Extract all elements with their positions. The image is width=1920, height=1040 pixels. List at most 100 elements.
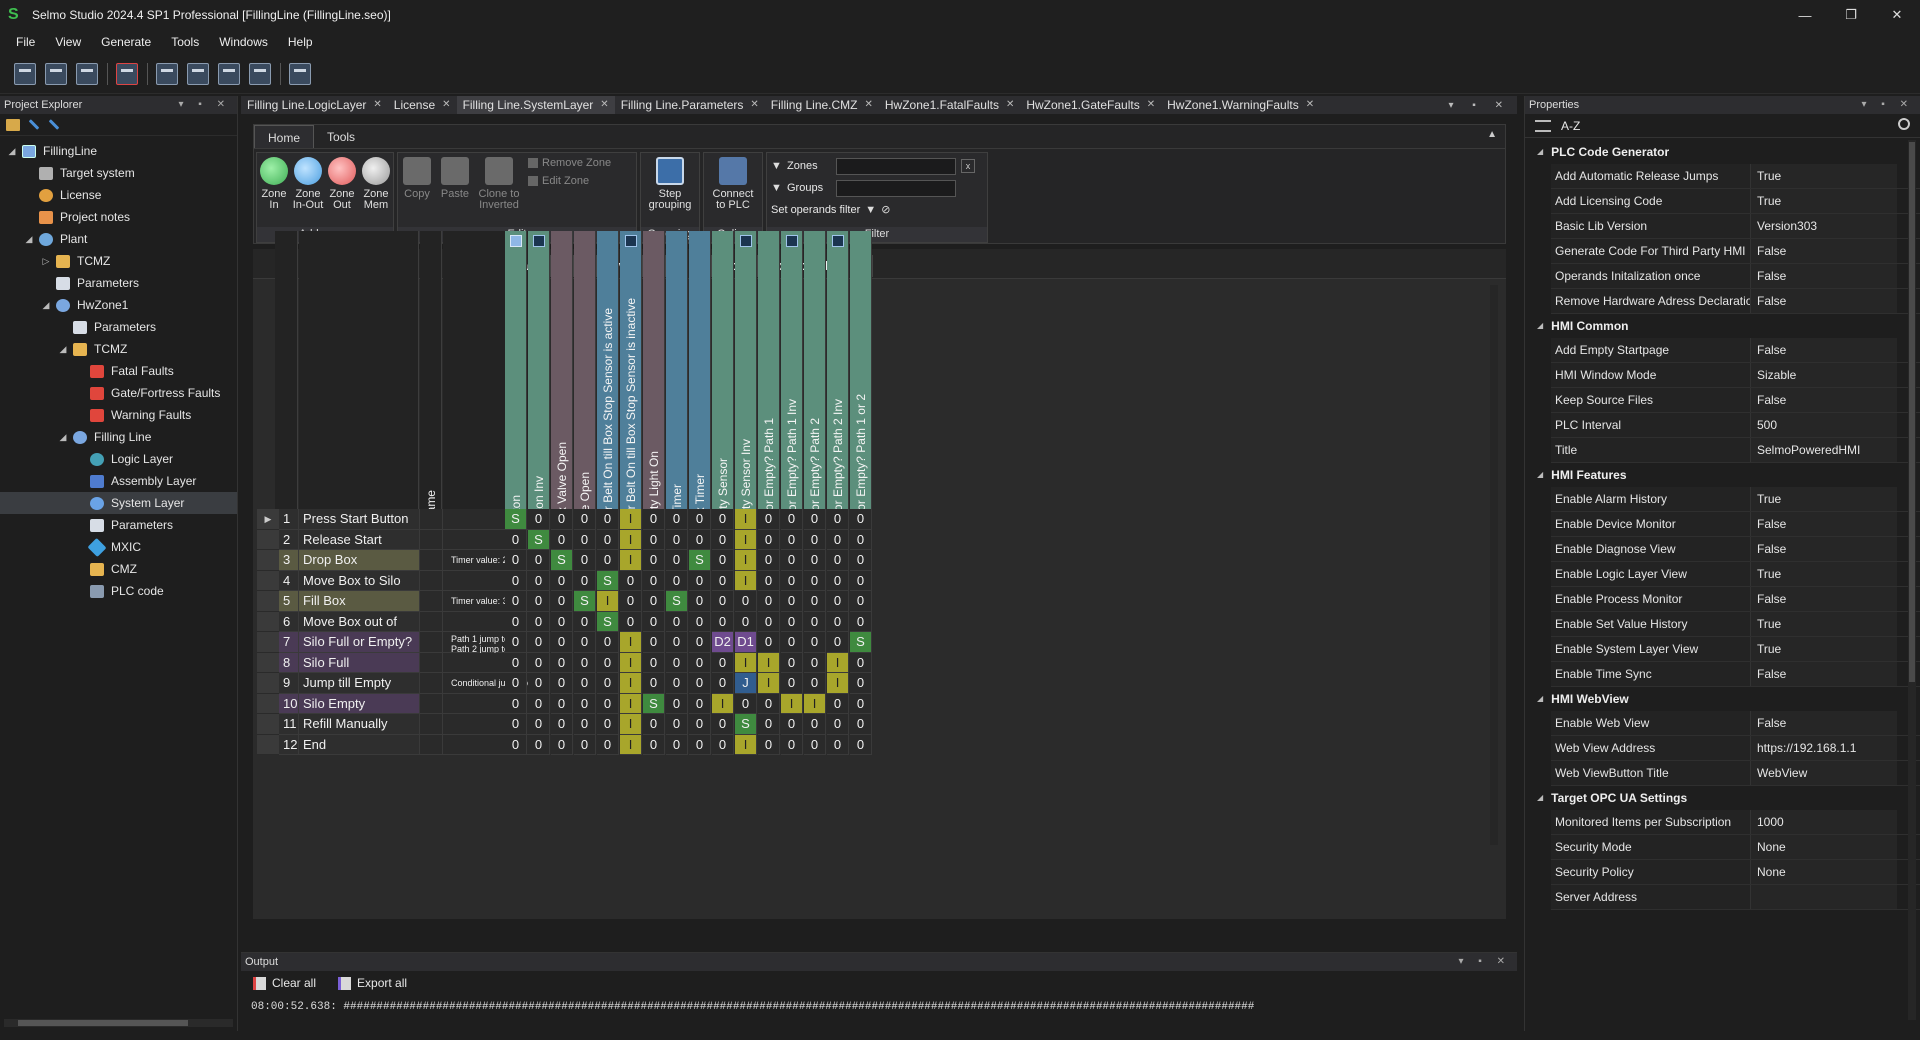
close-tab-icon[interactable]: ✕ — [373, 96, 381, 114]
operand-value-cell[interactable]: 0 — [758, 529, 780, 550]
operand-value-cell[interactable]: 0 — [643, 591, 665, 612]
operand-value-cell[interactable]: 0 — [804, 652, 826, 673]
property-row[interactable]: Enable Time Sync False — [1551, 662, 1920, 687]
operand-value-cell[interactable]: S — [850, 632, 872, 653]
step-name[interactable]: Refill Manually — [299, 714, 420, 735]
operand-value-cell[interactable]: 0 — [712, 529, 734, 550]
operand-value-cell[interactable]: 0 — [666, 734, 688, 755]
operand-value-cell[interactable]: 0 — [528, 734, 550, 755]
step-name[interactable]: Silo Full — [299, 652, 420, 673]
property-value[interactable]: False — [1751, 711, 1897, 735]
operand-value-cell[interactable]: 0 — [827, 734, 849, 755]
property-value[interactable]: 500 — [1751, 413, 1897, 437]
operand-value-cell[interactable]: 0 — [804, 529, 826, 550]
property-category[interactable]: ◢ HMI Features — [1525, 463, 1920, 487]
panel-controls-icon[interactable]: ▾ ▪ ✕ — [1459, 953, 1518, 971]
operand-value-cell[interactable]: 0 — [528, 550, 550, 571]
operand-value-cell[interactable]: 0 — [781, 611, 803, 632]
operand-value-cell[interactable]: 0 — [850, 693, 872, 714]
operand-value-cell[interactable]: 0 — [804, 550, 826, 571]
operand-value-cell[interactable]: 0 — [666, 673, 688, 694]
operand-value-cell[interactable]: 0 — [643, 673, 665, 694]
operand-value-cell[interactable]: 0 — [620, 611, 642, 632]
operand-value-cell[interactable]: 0 — [551, 611, 573, 632]
operand-value-cell[interactable]: 0 — [551, 591, 573, 612]
operand-value-cell[interactable]: S — [505, 509, 527, 530]
property-row[interactable]: PLC Interval 500 — [1551, 413, 1920, 438]
operand-value-cell[interactable]: 0 — [804, 611, 826, 632]
tree-item[interactable]: Parameters — [0, 514, 237, 536]
property-row[interactable]: HMI Window Mode Sizable — [1551, 363, 1920, 388]
operand-value-cell[interactable]: 0 — [666, 529, 688, 550]
property-value[interactable]: True — [1751, 189, 1897, 213]
operand-value-cell[interactable]: 0 — [574, 570, 596, 591]
operand-value-cell[interactable]: 0 — [850, 591, 872, 612]
operand-value-cell[interactable]: 0 — [689, 591, 711, 612]
operand-value-cell[interactable]: 0 — [850, 570, 872, 591]
close-tab-icon[interactable]: ✕ — [442, 96, 450, 114]
document-tab[interactable]: Filling Line.Parameters ✕ — [615, 96, 765, 114]
operand-value-cell[interactable]: I — [620, 693, 642, 714]
operand-value-cell[interactable]: 0 — [666, 550, 688, 571]
row-selector[interactable] — [257, 632, 279, 653]
document-tab[interactable]: HwZone1.GateFaults ✕ — [1020, 96, 1161, 114]
property-row[interactable]: Enable Alarm History True — [1551, 487, 1920, 512]
menu-generate[interactable]: Generate — [91, 30, 161, 54]
expander-icon[interactable]: ◢ — [23, 234, 35, 245]
operand-value-cell[interactable]: 0 — [758, 611, 780, 632]
operand-value-cell[interactable]: 0 — [827, 591, 849, 612]
operand-value-cell[interactable]: 0 — [597, 529, 619, 550]
close-project-icon[interactable] — [116, 62, 138, 85]
monitor-icon[interactable] — [289, 62, 311, 85]
clear-all-button[interactable]: Clear all — [272, 976, 316, 990]
operand-value-cell[interactable]: 0 — [574, 529, 596, 550]
operand-value-cell[interactable]: 0 — [689, 693, 711, 714]
operand-value-cell[interactable]: 0 — [689, 632, 711, 653]
collapse-category-icon[interactable]: ◢ — [1537, 463, 1543, 487]
operand-value-cell[interactable]: 0 — [643, 652, 665, 673]
operand-value-cell[interactable]: 0 — [551, 529, 573, 550]
folder-icon[interactable] — [6, 118, 20, 131]
expander-icon[interactable]: ◢ — [57, 344, 69, 355]
panel-controls-icon[interactable]: ▾ ▪ ✕ — [1862, 96, 1920, 114]
operand-value-cell[interactable]: 0 — [804, 734, 826, 755]
operand-value-cell[interactable]: 0 — [850, 652, 872, 673]
operand-value-cell[interactable]: 0 — [689, 509, 711, 530]
operand-value-cell[interactable]: I — [781, 693, 803, 714]
zones-filter-input[interactable] — [836, 157, 956, 175]
step-name[interactable]: Silo Empty — [299, 693, 420, 714]
row-selector[interactable] — [257, 714, 279, 735]
group-name-cell[interactable] — [420, 714, 443, 735]
property-row[interactable]: Server Address — [1551, 885, 1920, 910]
operand-value-cell[interactable]: I — [735, 529, 757, 550]
operand-value-cell[interactable]: 0 — [804, 509, 826, 530]
code-export-icon[interactable] — [249, 62, 271, 85]
document-tab[interactable]: HwZone1.FatalFaults ✕ — [879, 96, 1020, 114]
operand-value-cell[interactable]: 0 — [689, 673, 711, 694]
group-name-cell[interactable] — [420, 734, 443, 755]
property-category[interactable]: ◢ Target OPC UA Settings — [1525, 786, 1920, 810]
operand-value-cell[interactable]: 0 — [804, 570, 826, 591]
step-name[interactable]: Silo Full or Empty? — [299, 632, 420, 653]
operand-value-cell[interactable]: 0 — [551, 509, 573, 530]
property-row[interactable]: Monitored Items per Subscription 1000 — [1551, 810, 1920, 835]
property-row[interactable]: Add Empty Startpage False — [1551, 338, 1920, 363]
property-row[interactable]: Keep Source Files False — [1551, 388, 1920, 413]
operand-value-cell[interactable]: 0 — [712, 509, 734, 530]
property-row[interactable]: Remove Hardware Adress Declaration False — [1551, 289, 1920, 314]
property-row[interactable]: Title SelmoPoweredHMI — [1551, 438, 1920, 463]
operand-value-cell[interactable]: I — [827, 652, 849, 673]
operand-value-cell[interactable]: S — [597, 570, 619, 591]
operand-value-cell[interactable]: 0 — [781, 714, 803, 735]
tree-item[interactable]: System Layer — [0, 492, 237, 514]
property-row[interactable]: Enable Diagnose View False — [1551, 537, 1920, 562]
operand-value-cell[interactable]: I — [620, 529, 642, 550]
property-value[interactable]: True — [1751, 562, 1897, 586]
row-selector[interactable] — [257, 591, 279, 612]
row-selector[interactable] — [257, 652, 279, 673]
operand-value-cell[interactable]: 0 — [574, 632, 596, 653]
operand-value-cell[interactable]: 0 — [689, 734, 711, 755]
operand-value-cell[interactable]: 0 — [505, 734, 527, 755]
operand-value-cell[interactable]: I — [620, 714, 642, 735]
new-project-icon[interactable] — [14, 62, 36, 85]
